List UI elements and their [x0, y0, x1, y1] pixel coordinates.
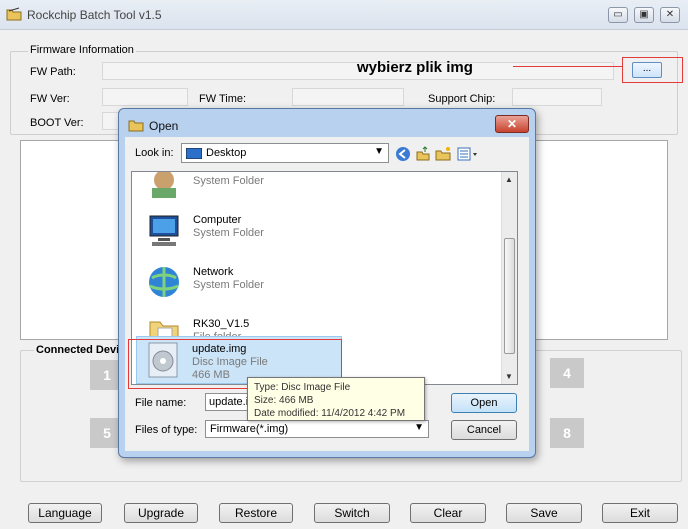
item-type: System Folder: [193, 175, 264, 187]
clear-button[interactable]: Clear: [410, 503, 486, 523]
annotation-text: wybierz plik img: [357, 59, 473, 76]
open-button[interactable]: Open: [451, 393, 517, 413]
boot-ver-label: BOOT Ver:: [30, 117, 84, 129]
upgrade-button[interactable]: Upgrade: [124, 503, 198, 523]
item-type: System Folder: [193, 279, 264, 291]
files-of-type-dropdown[interactable]: Firmware(*.img) ▼: [205, 420, 429, 438]
item-type: System Folder: [193, 227, 264, 239]
look-in-label: Look in:: [135, 147, 174, 159]
back-icon[interactable]: [395, 146, 411, 162]
window-title: Rockchip Batch Tool v1.5: [27, 8, 162, 22]
maximize-button[interactable]: ▣: [634, 7, 654, 23]
files-of-type-label: Files of type:: [135, 424, 198, 436]
tooltip-type: Type: Disc Image File: [254, 382, 351, 393]
scroll-thumb[interactable]: [504, 238, 515, 354]
fw-ver-label: FW Ver:: [30, 93, 70, 105]
item-name: Computer: [193, 214, 242, 226]
item-name: Network: [193, 266, 234, 278]
user-folder-icon: [152, 172, 176, 198]
app-folder-icon: [6, 7, 22, 21]
computer-icon: [149, 215, 179, 246]
exit-button[interactable]: Exit: [602, 503, 678, 523]
main-window: Rockchip Batch Tool v1.5 ▭ ▣ ✕ Firmware …: [0, 0, 688, 529]
list-item[interactable]: Network System Folder: [138, 260, 338, 308]
support-chip-field: [512, 88, 602, 106]
minimize-button[interactable]: ▭: [608, 7, 628, 23]
dialog-title: Open: [149, 119, 179, 133]
switch-button[interactable]: Switch: [314, 503, 390, 523]
fw-time-field: [292, 88, 404, 106]
close-button[interactable]: ✕: [660, 7, 680, 23]
file-tooltip: Type: Disc Image File Size: 466 MB Date …: [247, 377, 425, 421]
fw-time-label: FW Time:: [199, 93, 247, 105]
open-folder-icon: [128, 120, 144, 132]
fw-path-label: FW Path:: [30, 66, 76, 78]
look-in-dropdown[interactable]: Desktop ▼: [181, 143, 389, 163]
tooltip-modified: Date modified: 11/4/2012 4:42 PM: [254, 408, 406, 419]
desktop-icon: [186, 148, 202, 159]
look-in-value: Desktop: [206, 147, 247, 159]
chevron-down-icon: ▼: [374, 146, 384, 157]
tooltip-size: Size: 466 MB: [254, 395, 314, 406]
view-menu-icon[interactable]: [457, 146, 479, 162]
new-folder-icon[interactable]: [435, 146, 451, 162]
network-icon: [149, 267, 179, 297]
item-name: RK30_V1.5: [193, 318, 250, 330]
annotation-highlight-box: [622, 57, 683, 83]
files-of-type-value: Firmware(*.img): [210, 423, 289, 435]
dialog-close-button[interactable]: ✕: [495, 115, 529, 133]
title-bar: Rockchip Batch Tool v1.5 ▭ ▣ ✕: [0, 0, 688, 30]
device-slot-4: 4: [550, 358, 584, 388]
restore-button[interactable]: Restore: [219, 503, 293, 523]
cancel-button[interactable]: Cancel: [451, 420, 517, 440]
scroll-down-icon[interactable]: ▼: [505, 372, 513, 381]
list-item[interactable]: System Folder: [138, 172, 338, 204]
device-slot-8: 8: [550, 418, 584, 448]
up-folder-icon[interactable]: [415, 146, 431, 162]
scroll-up-icon[interactable]: ▲: [505, 175, 513, 184]
file-list-scrollbar[interactable]: ▲ ▼: [501, 172, 517, 384]
save-button[interactable]: Save: [506, 503, 582, 523]
connected-devices-title: Connected Devic: [34, 344, 128, 356]
firmware-info-title: Firmware Information: [28, 44, 136, 56]
language-button[interactable]: Language: [28, 503, 102, 523]
annotation-arrow-line: [513, 66, 623, 67]
file-name-label: File name:: [135, 397, 187, 409]
chevron-down-icon: ▼: [414, 422, 424, 433]
fw-ver-field: [102, 88, 188, 106]
support-chip-label: Support Chip:: [428, 93, 496, 105]
list-item[interactable]: Computer System Folder: [138, 208, 338, 256]
